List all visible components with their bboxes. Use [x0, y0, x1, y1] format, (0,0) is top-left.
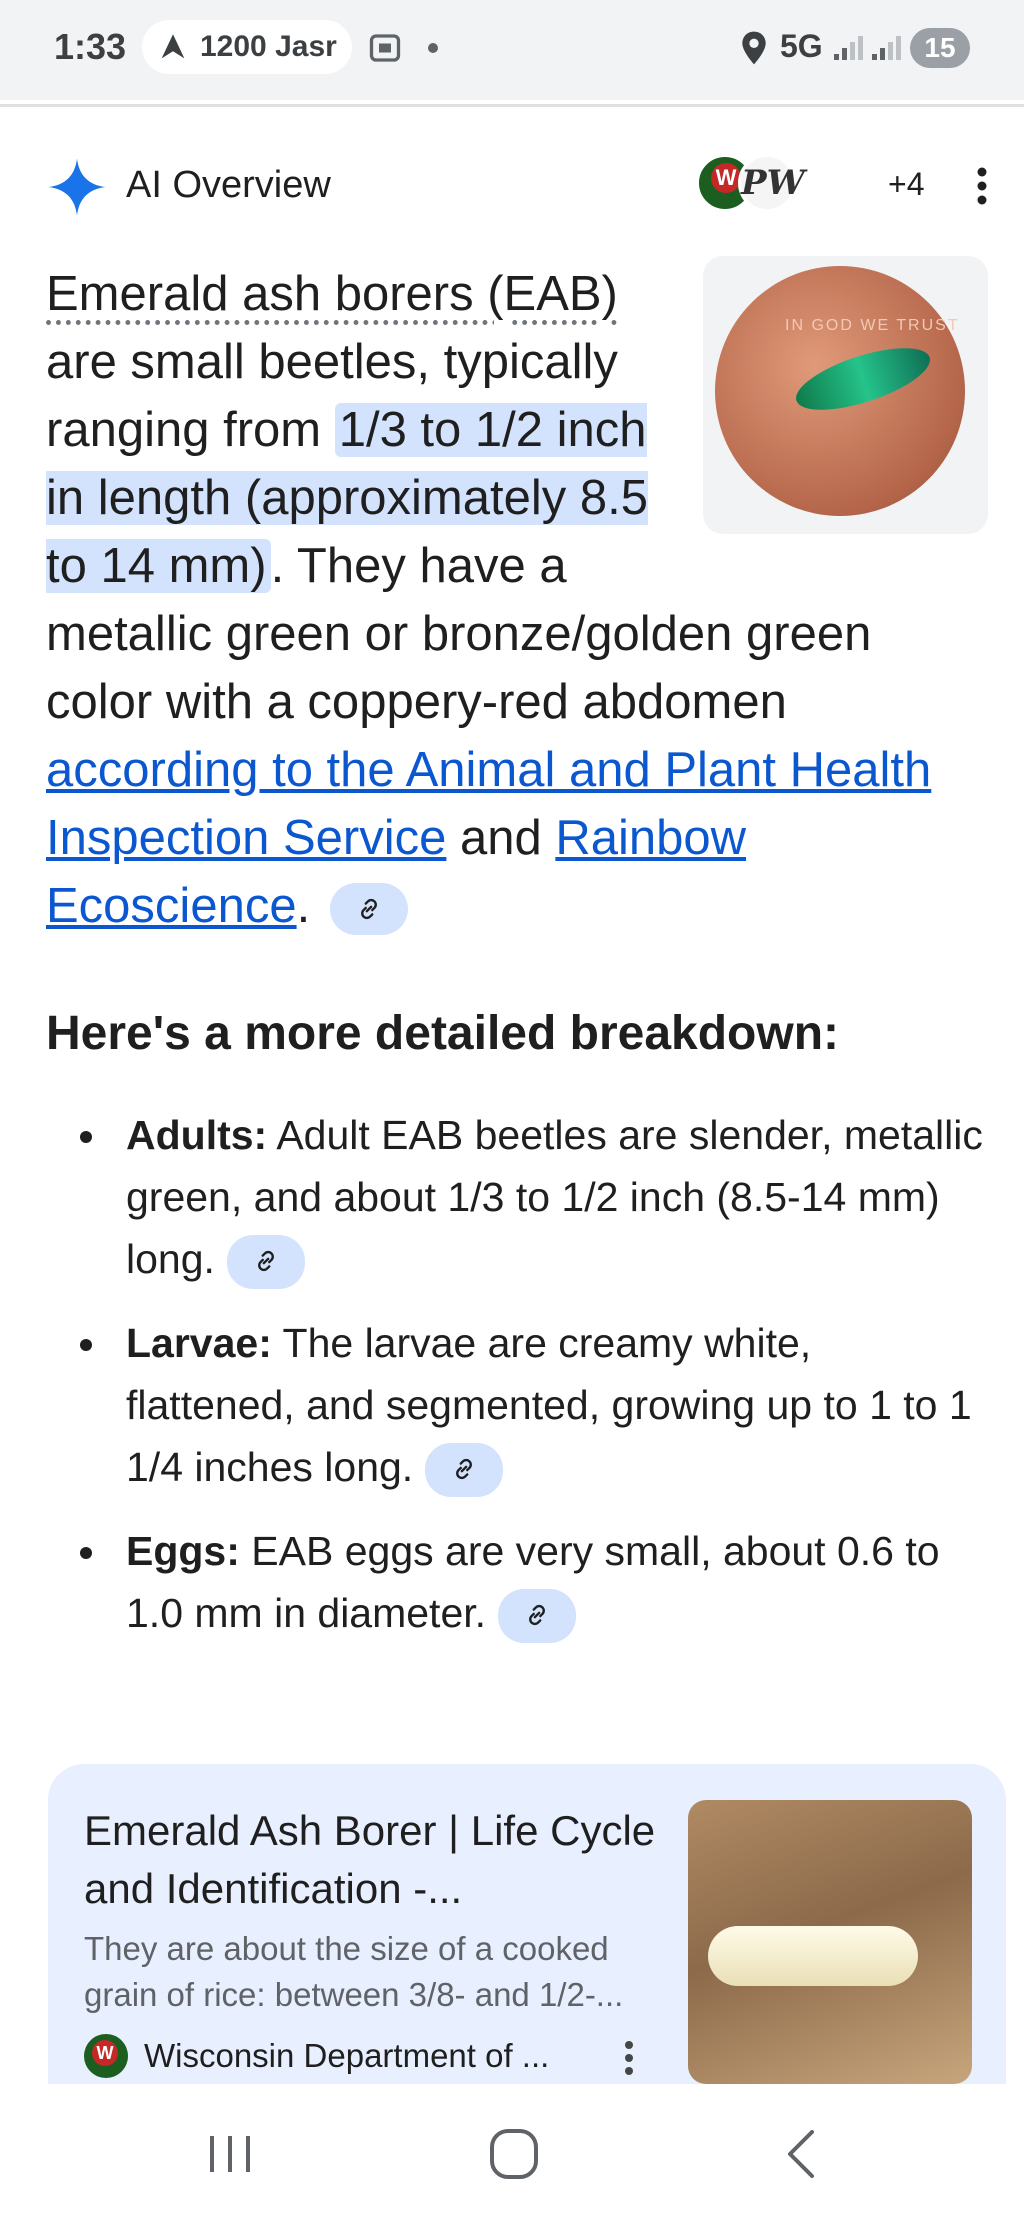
- gemini-sparkle-icon: [48, 158, 106, 216]
- more-sources-count[interactable]: +4: [888, 166, 924, 203]
- coin-inscription: IN GOD WE TRUST: [785, 317, 960, 334]
- intro-text-4: .: [296, 879, 311, 933]
- intro-text-3: and: [446, 811, 556, 865]
- source-card-title[interactable]: Emerald Ash Borer | Life Cycle and Ident…: [84, 1802, 684, 1918]
- eab-term[interactable]: Emerald ash borers (EAB): [46, 267, 618, 321]
- signal-icon: [834, 36, 863, 60]
- navigation-icon: [161, 34, 185, 59]
- breakdown-heading: Here's a more detailed breakdown:: [46, 1007, 840, 1060]
- battery-indicator: 15: [910, 28, 970, 68]
- system-nav-bar: [0, 2084, 1024, 2219]
- header-divider: [0, 104, 1024, 107]
- source-avatar-pw[interactable]: PW: [738, 154, 805, 212]
- screenshot-icon: [369, 34, 401, 62]
- link-icon: [257, 1251, 274, 1272]
- ai-overview-header: AI Overview W PW +4: [46, 152, 988, 222]
- source-card-source-name: Wisconsin Department of ...: [144, 2037, 550, 2074]
- breakdown-item-larvae: Larvae: The larvae are creamy white, fla…: [46, 1312, 986, 1498]
- link-icon: [529, 1605, 545, 1626]
- recent-apps-icon[interactable]: [200, 2126, 260, 2182]
- back-icon[interactable]: [772, 2126, 832, 2182]
- breakdown-item-adults: Adults: Adult EAB beetles are slender, m…: [46, 1104, 986, 1290]
- larvae-link-chip[interactable]: [425, 1443, 504, 1498]
- navigation-location-text: 1200 Jasr: [200, 30, 337, 63]
- source-card-snippet: They are about the size of a cooked grai…: [84, 1930, 624, 2013]
- link-icon: [456, 1459, 473, 1480]
- larva-image: [688, 1800, 972, 2084]
- signal-icon-2: [872, 36, 901, 60]
- intro-source-link-chip[interactable]: [330, 883, 409, 936]
- status-time: 1:33: [54, 26, 127, 67]
- location-icon: [742, 31, 766, 65]
- breakdown-list: Adults: Adult EAB beetles are slender, m…: [46, 1104, 986, 1666]
- eab-on-penny-image[interactable]: IN GOD WE TRUST: [703, 256, 988, 534]
- bullet-label: Adults:: [126, 1112, 268, 1158]
- home-icon[interactable]: [484, 2126, 544, 2182]
- source-card[interactable]: Emerald Ash Borer | Life Cycle and Ident…: [48, 1764, 1006, 2084]
- source-avatars[interactable]: W PW: [696, 154, 846, 218]
- notification-dot: [428, 43, 438, 53]
- source-card-publisher: Wisconsin Department of ...: [84, 2032, 549, 2080]
- bullet-label: Eggs:: [126, 1528, 240, 1574]
- wisconsin-favicon: [84, 2034, 128, 2078]
- bullet-label: Larvae:: [126, 1320, 272, 1366]
- overview-paragraph: IN GOD WE TRUST Emerald ash borers (EAB)…: [46, 256, 988, 940]
- larva-shape: [708, 1926, 918, 1986]
- navigation-pill[interactable]: 1200 Jasr: [142, 20, 352, 74]
- link-icon: [361, 898, 378, 920]
- adults-link-chip[interactable]: [226, 1235, 305, 1290]
- eggs-link-chip[interactable]: [498, 1589, 577, 1644]
- breakdown-item-eggs: Eggs: EAB eggs are very small, about 0.6…: [46, 1520, 986, 1644]
- more-options-icon[interactable]: [976, 166, 988, 206]
- source-card-more-icon[interactable]: [624, 2040, 634, 2076]
- status-bar: 1:33 1200 Jasr 5G 15: [0, 0, 1024, 100]
- ai-overview-title: AI Overview: [126, 164, 331, 206]
- network-type: 5G: [780, 28, 823, 64]
